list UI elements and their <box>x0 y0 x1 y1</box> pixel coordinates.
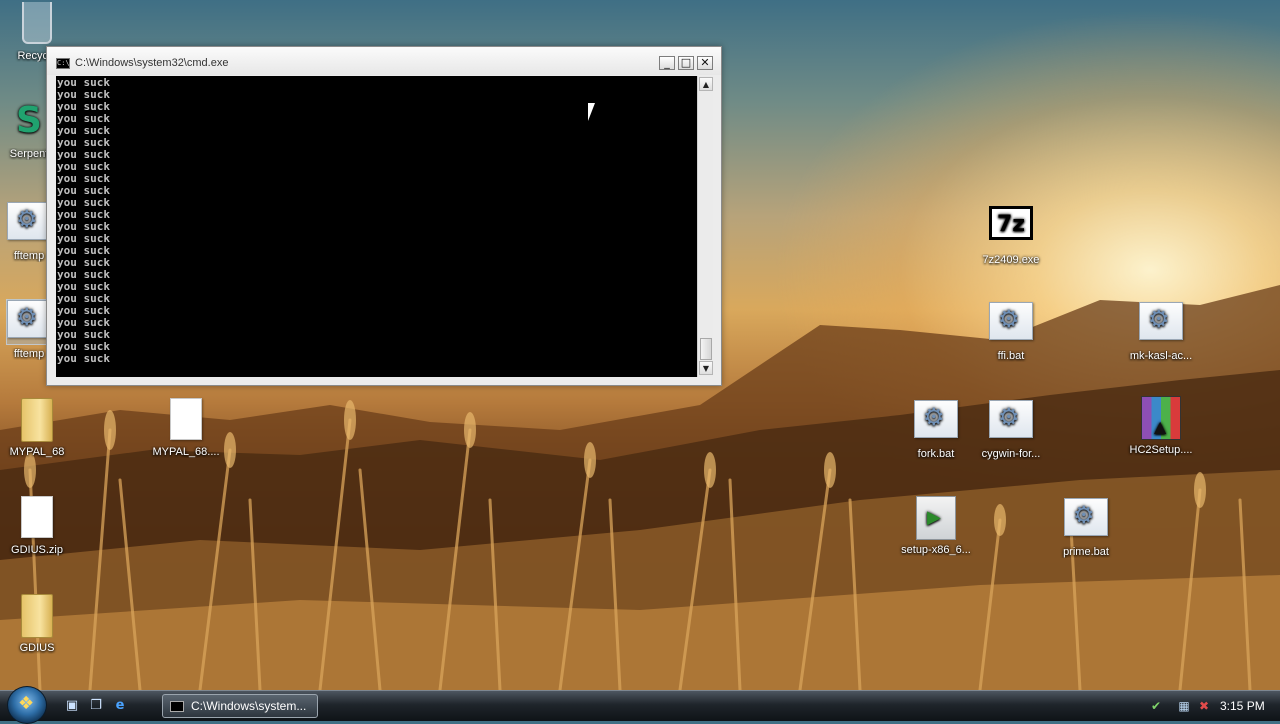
windows-start-orb-icon[interactable] <box>7 686 47 724</box>
desktop-icon-fork-bat[interactable]: fork.bat <box>893 396 979 460</box>
show-desktop-icon[interactable]: ▣ <box>64 698 80 714</box>
cmd-window[interactable]: C:\ C:\Windows\system32\cmd.exe _ □ ✕ yo… <box>46 46 722 386</box>
desktop-icon-label: MYPAL_68 <box>9 446 65 458</box>
7zip-icon: 7z <box>989 206 1033 240</box>
window-title: C:\Windows\system32\cmd.exe <box>75 57 229 69</box>
desktop-icon-label: MYPAL_68.... <box>152 446 220 458</box>
taskbar: ▣ ❐ e C:\Windows\system... ✔ ▦ ✖ 3:15 PM <box>0 686 1280 724</box>
cmd-icon: C:\ <box>56 58 70 69</box>
console-output-area[interactable]: you suck you suck you suck you suck you … <box>56 76 697 377</box>
recycle-bin-icon <box>22 2 52 44</box>
desktop-icon-ffi-bat[interactable]: ffi.bat <box>968 298 1054 362</box>
desktop-icon-label: cygwin-for... <box>981 448 1041 460</box>
desktop-icon-gdius-zip[interactable]: GDIUS.zip <box>0 494 80 556</box>
desktop-icon-label: mk-kasl-ac... <box>1129 350 1193 362</box>
desktop-icon-prime-bat[interactable]: prime.bat <box>1043 494 1129 558</box>
taskbar-button-cmd[interactable]: C:\Windows\system... <box>162 694 318 718</box>
desktop-icon-label: setup-x86_6... <box>901 544 971 556</box>
cygwin-setup-icon <box>916 496 956 540</box>
scrollbar-thumb[interactable] <box>700 338 712 360</box>
scroll-up-button[interactable]: ▲ <box>699 77 713 91</box>
network-icon[interactable]: ▦ <box>1176 698 1192 714</box>
desktop-icon-mk-kasl[interactable]: mk-kasl-ac... <box>1118 298 1204 362</box>
scroll-down-button[interactable]: ▼ <box>699 361 713 375</box>
mouse-pointer-icon <box>588 103 602 121</box>
desktop-icon-label: ffi.bat <box>997 350 1025 362</box>
volume-muted-icon[interactable]: ✖ <box>1196 698 1212 714</box>
desktop-icon-label: GDIUS.zip <box>11 544 63 556</box>
winrar-archive-icon <box>1141 396 1181 440</box>
desktop-icon-label: fork.bat <box>917 448 955 460</box>
console-line: you suck <box>57 352 110 365</box>
desktop-icon-label: GDIUS <box>19 642 55 654</box>
batch-file-icon <box>989 400 1033 438</box>
desktop-icon-label: 7z2409.exe <box>982 254 1040 266</box>
folder-icon <box>21 594 53 638</box>
cmd-icon <box>170 701 184 712</box>
desktop-icon-cygwin-for[interactable]: cygwin-for... <box>968 396 1054 460</box>
serpent-shortcut-icon: S <box>16 100 42 141</box>
desktop-icon-label: HC2Setup.... <box>1129 444 1193 456</box>
desktop-icon-mypal-file[interactable]: MYPAL_68.... <box>143 396 229 458</box>
taskbar-clock[interactable]: 3:15 PM <box>1220 699 1265 713</box>
batch-file-icon <box>914 400 958 438</box>
zip-file-icon <box>21 496 53 538</box>
document-icon <box>170 398 202 440</box>
folder-icon <box>21 398 53 442</box>
safely-remove-hardware-icon[interactable]: ✔ <box>1148 698 1164 714</box>
switch-windows-icon[interactable]: ❐ <box>88 698 104 714</box>
batch-file-icon <box>989 302 1033 340</box>
maximize-button[interactable]: □ <box>678 56 694 70</box>
desktop-icon-mypal-folder[interactable]: MYPAL_68 <box>0 396 80 458</box>
desktop-icon-gdius-folder[interactable]: GDIUS <box>0 592 80 654</box>
batch-file-icon <box>1064 498 1108 536</box>
vertical-scrollbar[interactable]: ▲ ▼ <box>697 76 713 377</box>
desktop-icon-setup-x86[interactable]: setup-x86_6... <box>893 494 979 556</box>
minimize-button[interactable]: _ <box>659 56 675 70</box>
fftemp-icon <box>7 202 51 240</box>
close-button[interactable]: ✕ <box>697 56 713 70</box>
taskbar-button-label: C:\Windows\system... <box>191 699 307 713</box>
desktop-icon-label: prime.bat <box>1063 546 1109 558</box>
internet-explorer-icon[interactable]: e <box>112 698 128 714</box>
batch-file-icon <box>7 300 51 338</box>
batch-file-icon <box>1139 302 1183 340</box>
window-titlebar[interactable]: C:\ C:\Windows\system32\cmd.exe _ □ ✕ <box>47 47 721 75</box>
desktop-icon-7z2409[interactable]: 7z 7z2409.exe <box>968 202 1054 266</box>
desktop-icon-hc2setup[interactable]: HC2Setup.... <box>1118 396 1204 456</box>
